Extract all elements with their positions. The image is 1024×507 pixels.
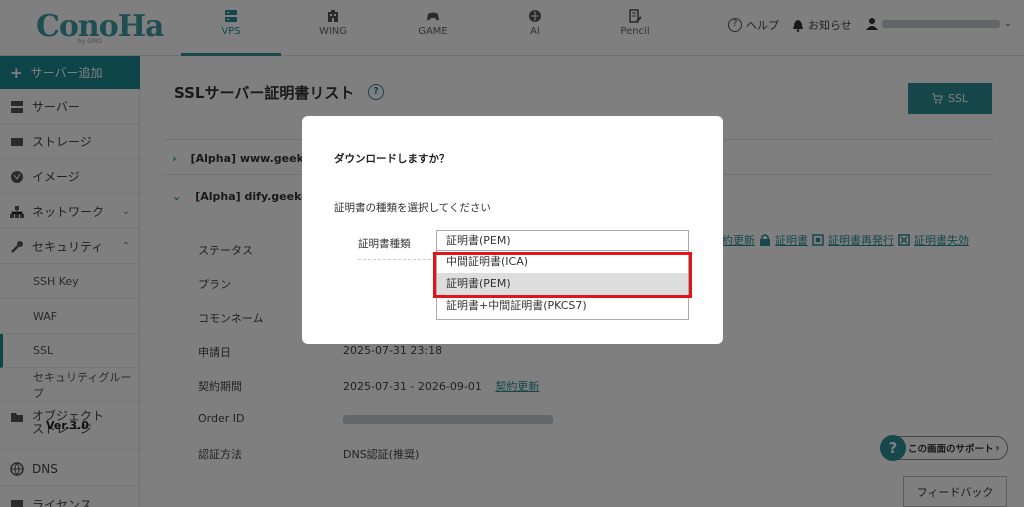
download-modal: ダウンロードしますか？ 証明書の種類を選択してください 証明書種類 証明書(PE… — [302, 116, 723, 344]
highlight-annotation — [433, 252, 692, 298]
cert-type-select[interactable]: 証明書(PEM) — [436, 230, 689, 251]
modal-title: ダウンロードしますか？ — [334, 153, 450, 165]
modal-subtitle: 証明書の種類を選択してください — [334, 202, 491, 214]
option-pkcs7[interactable]: 証明書+中間証明書(PKCS7) — [437, 295, 688, 317]
divider — [358, 259, 436, 260]
cert-type-label: 証明書種類 — [358, 238, 411, 250]
